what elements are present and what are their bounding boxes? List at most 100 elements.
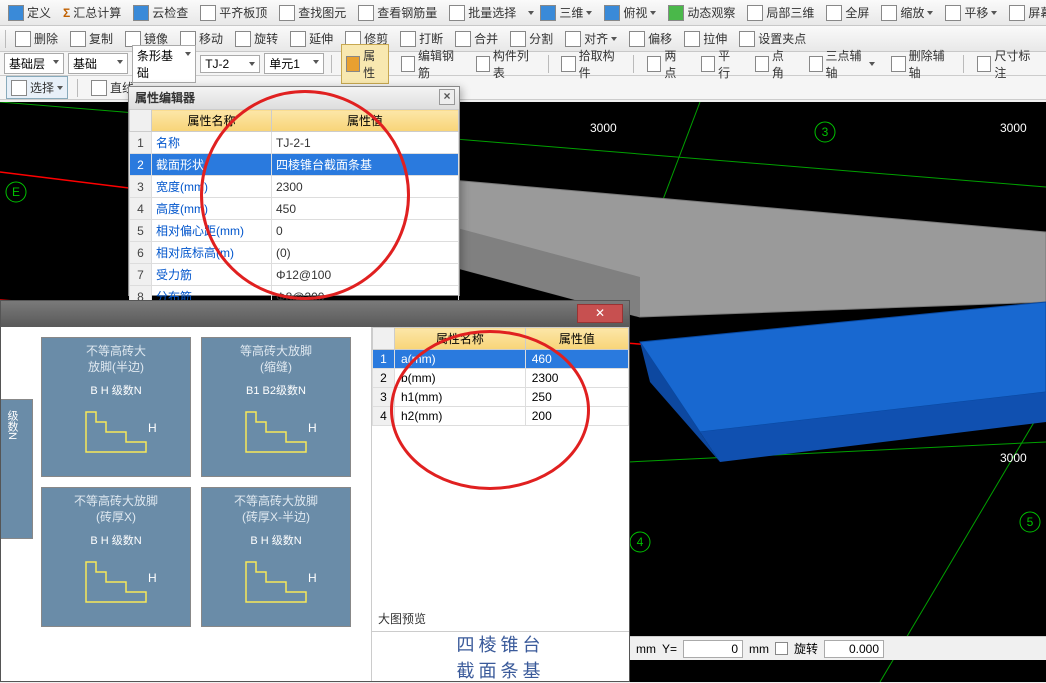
sec-col-value[interactable]: 属性值 <box>525 328 628 350</box>
property-row[interactable]: 3宽度(mm)2300 <box>130 176 459 198</box>
section-thumb[interactable]: 不等高砖大放脚(砖厚X-半边)B H 级数NH <box>201 487 351 627</box>
sec-col-name[interactable]: 属性名称 <box>395 328 526 350</box>
rotate-icon <box>235 31 251 47</box>
twopoint-button[interactable]: 两点 <box>643 45 689 83</box>
property-row[interactable]: 6相对底标高(m)(0) <box>130 242 459 264</box>
col-name[interactable]: 属性名称 <box>152 110 272 132</box>
pan-icon <box>945 5 961 21</box>
align-icon <box>200 5 216 21</box>
find-element-button[interactable]: 查找图元 <box>275 2 350 23</box>
member-list-button[interactable]: 构件列表 <box>472 45 539 83</box>
section-thumb-partial[interactable]: 级数N <box>1 399 33 539</box>
extend-icon <box>290 31 306 47</box>
rebar-icon <box>358 5 374 21</box>
panel-close-button[interactable]: × <box>439 89 455 105</box>
property-editor-panel: 属性编辑器 × 属性名称属性值 1名称TJ-2-12截面形状四棱锥台截面条基3宽… <box>128 86 460 296</box>
property-row[interactable]: 7受力筋Φ12@100 <box>130 264 459 286</box>
rotate-label: 旋转 <box>794 640 818 657</box>
pick-icon <box>561 56 575 72</box>
find-icon <box>279 5 295 21</box>
orbit-icon <box>668 5 684 21</box>
svg-text:3000: 3000 <box>590 121 617 135</box>
top-icon <box>604 5 620 21</box>
property-row[interactable]: 5相对偏心距(mm)0 <box>130 220 459 242</box>
select-tool[interactable]: 选择 <box>6 76 68 99</box>
rotate-button[interactable]: 旋转 <box>231 28 282 49</box>
section-thumb[interactable]: 不等高砖大放脚(半边)B H 级数NH <box>41 337 191 477</box>
3d-view-button[interactable]: 三维 <box>536 2 596 23</box>
extend-button[interactable]: 延伸 <box>286 28 337 49</box>
dropdown-icon[interactable] <box>528 11 534 15</box>
pointangle-button[interactable]: 点角 <box>751 45 797 83</box>
status-bar: mm Y= mm 旋转 <box>630 636 1046 660</box>
context-bar: 基础层 基础 条形基础 TJ-2 单元1 属性 编辑钢筋 构件列表 拾取构件 两… <box>0 52 1046 76</box>
cloud-check-button[interactable]: 云检查 <box>129 2 192 23</box>
delax-icon <box>891 56 905 72</box>
top-view-button[interactable]: 俯视 <box>600 2 660 23</box>
dim-icon <box>977 56 991 72</box>
y-input[interactable] <box>683 640 743 658</box>
cube-icon <box>540 5 556 21</box>
view-rebar-button[interactable]: 查看钢筋量 <box>354 2 441 23</box>
property-table: 属性名称属性值 1名称TJ-2-12截面形状四棱锥台截面条基3宽度(mm)230… <box>129 109 459 330</box>
svg-text:3000: 3000 <box>1000 451 1027 465</box>
delete-button[interactable]: 删除 <box>11 28 62 49</box>
layer-combo[interactable]: 基础层 <box>4 53 64 74</box>
zoom-button[interactable]: 缩放 <box>877 2 937 23</box>
edit-rebar-button[interactable]: 编辑钢筋 <box>397 45 464 83</box>
editrebar-icon <box>401 56 415 72</box>
section-thumb[interactable]: 等高砖大放脚(缩缝)B1 B2级数NH <box>201 337 351 477</box>
zoom-icon <box>881 5 897 21</box>
prop-icon <box>346 56 360 72</box>
section-param-row[interactable]: 2b(mm)2300 <box>373 369 629 388</box>
dialog-titlebar[interactable]: ✕ <box>1 301 629 327</box>
rotate-checkbox[interactable] <box>775 642 788 655</box>
fullscreen-button[interactable]: 全屏 <box>822 2 873 23</box>
category-combo[interactable]: 基础 <box>68 53 128 74</box>
line-icon <box>91 80 107 96</box>
section-param-row[interactable]: 3h1(mm)250 <box>373 388 629 407</box>
property-row[interactable]: 2截面形状四棱锥台截面条基 <box>130 154 459 176</box>
batch-select-button[interactable]: 批量选择 <box>445 2 520 23</box>
local-3d-button[interactable]: 局部三维 <box>743 2 818 23</box>
copy-button[interactable]: 复制 <box>66 28 117 49</box>
panel-title[interactable]: 属性编辑器 × <box>129 87 459 109</box>
svg-text:H: H <box>148 571 156 585</box>
sum-calc-button[interactable]: Σ汇总计算 <box>59 2 125 23</box>
section-thumb[interactable]: 不等高砖大放脚(砖厚X)B H 级数NH <box>41 487 191 627</box>
preview-label: 大图预览 <box>372 606 629 631</box>
property-button[interactable]: 属性 <box>341 44 389 84</box>
local3d-icon <box>747 5 763 21</box>
screen-button[interactable]: 屏幕 <box>1005 2 1046 23</box>
define-icon <box>8 5 24 21</box>
svg-text:5: 5 <box>1027 515 1034 529</box>
cursor-icon <box>11 80 27 96</box>
pick-member-button[interactable]: 拾取构件 <box>557 45 624 83</box>
property-row[interactable]: 4高度(mm)450 <box>130 198 459 220</box>
unit-combo[interactable]: 单元1 <box>264 53 324 74</box>
pan-button[interactable]: 平移 <box>941 2 1001 23</box>
section-params-pane: 属性名称属性值 1a(mm)4602b(mm)23003h1(mm)2504h2… <box>371 327 629 681</box>
rotate-input[interactable] <box>824 640 884 658</box>
axis-label-e: E <box>12 185 20 199</box>
preview-text: 四棱锥台 截面条基 <box>457 631 545 683</box>
delete-axis-button[interactable]: 删除辅轴 <box>887 45 954 83</box>
orbit-button[interactable]: 动态观察 <box>664 2 739 23</box>
section-param-row[interactable]: 1a(mm)460 <box>373 350 629 369</box>
sigma-icon: Σ <box>63 6 70 20</box>
define-button[interactable]: 定义 <box>4 2 55 23</box>
main-toolbar-1: 定义 Σ汇总计算 云检查 平齐板顶 查找图元 查看钢筋量 批量选择 三维 俯视 … <box>0 0 1046 26</box>
parallel-button[interactable]: 平行 <box>697 45 743 83</box>
subtype-combo[interactable]: 条形基础 <box>132 45 196 83</box>
svg-text:H: H <box>148 421 156 435</box>
svg-text:3: 3 <box>822 125 829 139</box>
section-param-row[interactable]: 4h2(mm)200 <box>373 407 629 426</box>
threepoint-axis-button[interactable]: 三点辅轴 <box>805 45 880 83</box>
dimension-button[interactable]: 尺寸标注 <box>973 45 1040 83</box>
col-value[interactable]: 属性值 <box>272 110 459 132</box>
thumbnail-pane[interactable]: 级数N 不等高砖大放脚(半边)B H 级数NH等高砖大放脚(缩缝)B1 B2级数… <box>1 327 371 681</box>
align-top-button[interactable]: 平齐板顶 <box>196 2 271 23</box>
dialog-close-button[interactable]: ✕ <box>577 304 623 323</box>
member-combo[interactable]: TJ-2 <box>200 55 260 73</box>
property-row[interactable]: 1名称TJ-2-1 <box>130 132 459 154</box>
